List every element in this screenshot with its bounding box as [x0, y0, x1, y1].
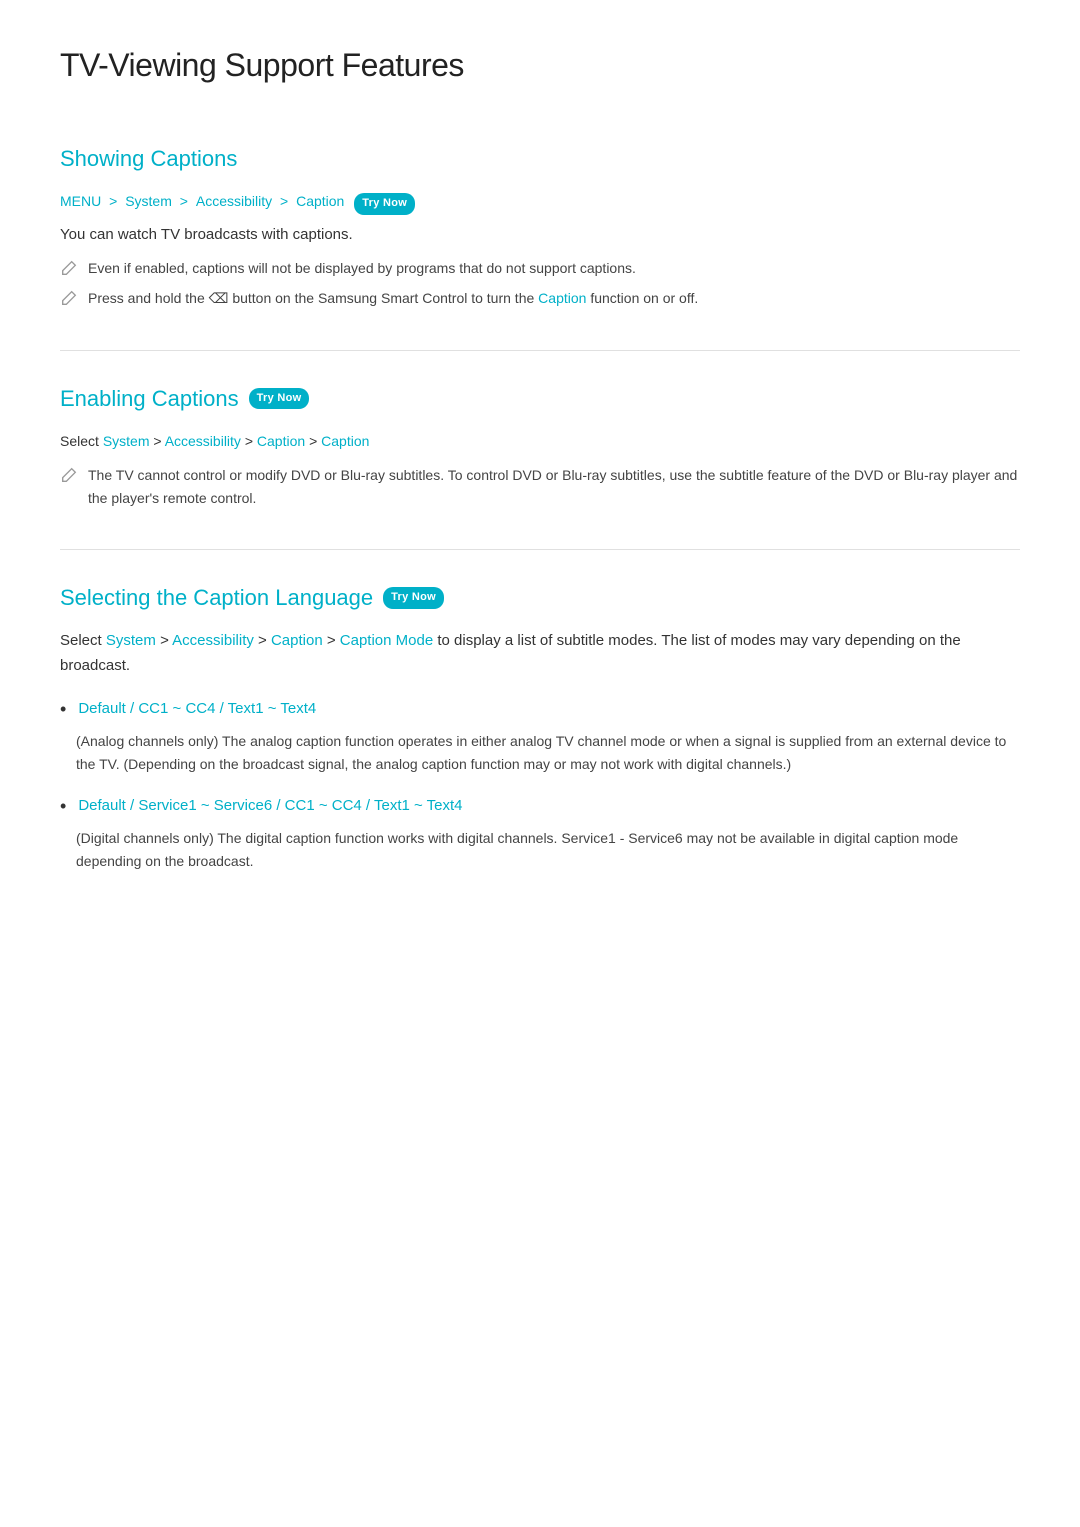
bullet-body-digital: (Digital channels only) The digital capt… [76, 827, 1020, 873]
page-title: TV-Viewing Support Features [60, 40, 1020, 101]
showing-captions-title: Showing Captions [60, 141, 1020, 176]
bullet-header-text-analog: Default / CC1 ~ CC4 / Text1 ~ Text4 [78, 697, 316, 721]
divider-2 [60, 549, 1020, 550]
try-now-badge-enabling[interactable]: Try Now [249, 388, 310, 410]
showing-captions-nav: MENU > System > Accessibility > Caption … [60, 190, 1020, 215]
bullet-header-text-digital: Default / Service1 ~ Service6 / CC1 ~ CC… [78, 794, 462, 818]
bullet-item-analog: • Default / CC1 ~ CC4 / Text1 ~ Text4 (A… [60, 695, 1020, 776]
bullet-dot-1: • [60, 695, 66, 724]
selecting-language-description: Select System > Accessibility > Caption … [60, 629, 1020, 679]
divider-1 [60, 350, 1020, 351]
selecting-language-title: Selecting the Caption Language Try Now [60, 580, 1020, 615]
enabling-captions-title: Enabling Captions Try Now [60, 381, 1020, 416]
showing-captions-bullet-list: Even if enabled, captions will not be di… [60, 257, 1020, 310]
try-now-badge-selecting[interactable]: Try Now [383, 587, 444, 609]
bullet-dot-2: • [60, 792, 66, 821]
try-now-badge-showing[interactable]: Try Now [354, 193, 415, 215]
section-showing-captions: Showing Captions MENU > System > Accessi… [60, 141, 1020, 310]
bullet-header-analog: • Default / CC1 ~ CC4 / Text1 ~ Text4 [60, 695, 1020, 724]
showing-captions-description: You can watch TV broadcasts with caption… [60, 223, 1020, 247]
bullet-body-analog: (Analog channels only) The analog captio… [76, 730, 1020, 776]
caption-highlight: Caption [538, 290, 586, 306]
enabling-captions-note: The TV cannot control or modify DVD or B… [60, 464, 1020, 509]
pencil-icon-2 [60, 289, 78, 307]
bullet-item-1: Even if enabled, captions will not be di… [60, 257, 1020, 279]
section-selecting-language: Selecting the Caption Language Try Now S… [60, 580, 1020, 873]
enabling-captions-nav: Select System > Accessibility > Caption … [60, 430, 1020, 452]
bullet-item-digital: • Default / Service1 ~ Service6 / CC1 ~ … [60, 792, 1020, 873]
section-enabling-captions: Enabling Captions Try Now Select System … [60, 381, 1020, 509]
bullet-item-2: Press and hold the ⌫ button on the Samsu… [60, 287, 1020, 309]
pencil-icon-3 [60, 466, 78, 484]
bullet-header-digital: • Default / Service1 ~ Service6 / CC1 ~ … [60, 792, 1020, 821]
pencil-icon-1 [60, 259, 78, 277]
